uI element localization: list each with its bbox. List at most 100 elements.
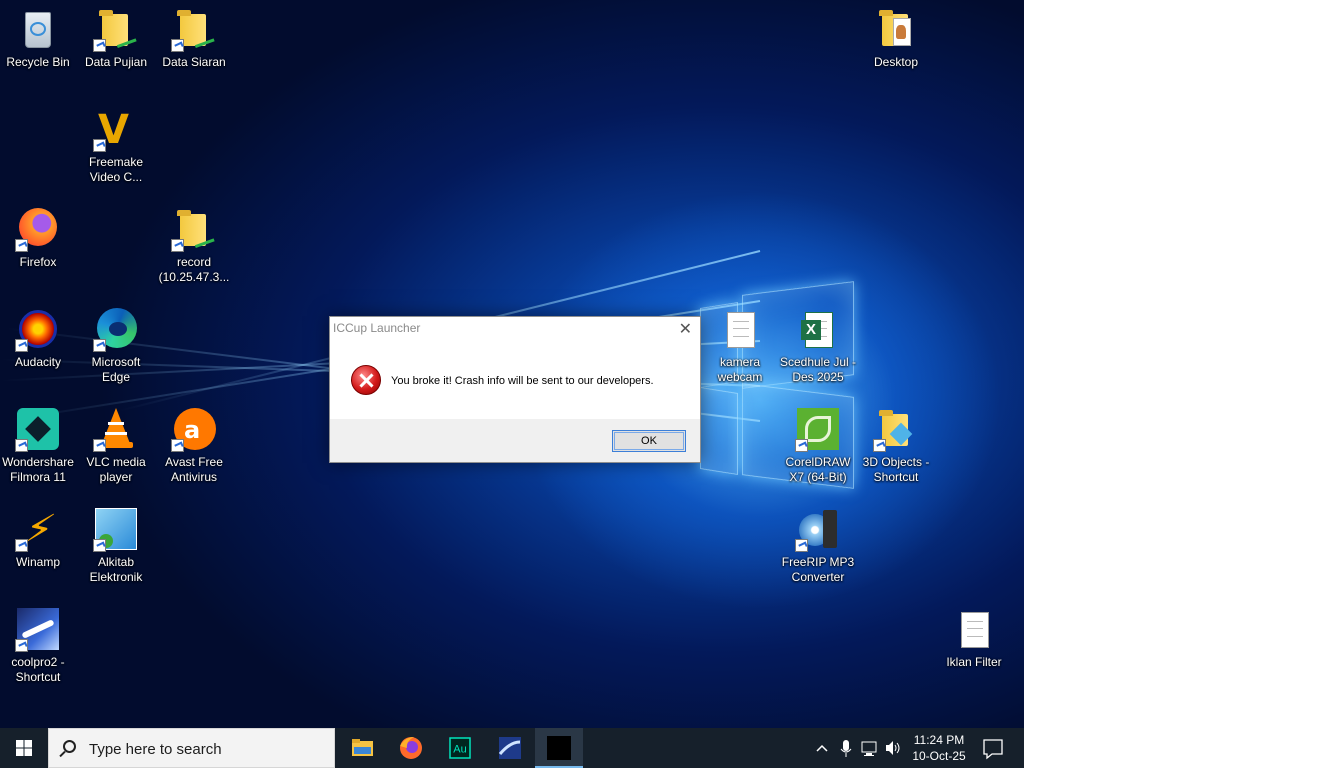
taskbar-firefox[interactable] [387, 728, 435, 768]
desktop-icon-freemake[interactable]: V Freemake Video C... [77, 108, 155, 185]
desktop-icon-label: record (10.25.47.3... [158, 255, 230, 284]
winamp-icon: ⚡ [15, 507, 61, 554]
desktop-icon-label: Data Siaran [162, 55, 226, 69]
clock-time: 11:24 PM [913, 733, 965, 747]
desktop-icon-alkitab[interactable]: Alkitab Elektronik [77, 508, 155, 585]
search-icon [63, 740, 76, 753]
desktop-icon-label: Desktop [873, 55, 919, 69]
close-icon[interactable]: ✕ [679, 319, 692, 339]
desktop-icon-label: VLC media player [86, 455, 146, 484]
error-dialog: ICCup Launcher ✕ You broke it! Crash inf… [329, 316, 701, 463]
desktop-icon-label: CorelDRAW X7 (64-Bit) [785, 455, 851, 484]
desktop-icon-label: Alkitab Elektronik [89, 555, 143, 584]
desktop-icon-freerip[interactable]: FreeRIP MP3 Converter [779, 508, 857, 585]
desktop-background: Recycle Bin Data Pujian Data Siaran Desk… [0, 0, 1024, 728]
desktop-icon-data-siaran[interactable]: Data Siaran [155, 8, 233, 70]
text-file-icon [951, 608, 997, 654]
desktop-icon-filmora[interactable]: Wondershare Filmora 11 [0, 408, 77, 485]
coolpro2-icon [15, 608, 61, 654]
svg-text:Au: Au [453, 744, 466, 756]
desktop-icon-audacity[interactable]: Audacity [0, 308, 77, 370]
vlc-icon [93, 408, 139, 454]
network-folder-icon [171, 8, 217, 54]
desktop-icon-label: FreeRIP MP3 Converter [781, 555, 855, 584]
action-center-button[interactable] [980, 728, 1006, 768]
windows-logo-icon [16, 740, 32, 756]
avast-icon: a [171, 408, 217, 454]
chevron-up-icon [816, 744, 828, 752]
windows-logo-pane [700, 386, 738, 476]
audacity-icon [15, 308, 61, 354]
desktop-icon-kamera-webcam[interactable]: kamera webcam [701, 308, 779, 385]
clock-date: 10-Oct-25 [912, 749, 966, 763]
notification-icon [983, 739, 1003, 760]
desktop-icon-label: Data Pujian [84, 55, 148, 69]
dialog-message: You broke it! Crash info will be sent to… [391, 375, 654, 387]
excel-file-icon: X [795, 308, 841, 354]
desktop-icon-label: Freemake Video C... [88, 155, 144, 184]
desktop-icon-label: coolpro2 - Shortcut [11, 655, 65, 684]
freerip-icon [795, 508, 841, 554]
filmora-icon [15, 408, 61, 454]
adobe-audition-icon: Au [449, 737, 471, 759]
edge-icon [93, 308, 139, 354]
desktop-icon-label: kamera webcam [717, 355, 763, 384]
desktop-icon-data-pujian[interactable]: Data Pujian [77, 8, 155, 70]
network-tray[interactable] [859, 728, 881, 768]
network-folder-icon [171, 208, 217, 254]
desktop-icon-label: Recycle Bin [6, 55, 70, 69]
taskbar-console-app[interactable] [535, 728, 583, 768]
desktop-icon-label: Avast Free Antivirus [165, 455, 223, 484]
desktop-icon-firefox[interactable]: Firefox [0, 208, 77, 270]
dialog-footer: OK [330, 419, 700, 462]
search-box[interactable]: Type here to search [48, 728, 335, 768]
desktop-icon-label: Audacity [14, 355, 62, 369]
desktop-icon-winamp[interactable]: ⚡ Winamp [0, 507, 77, 570]
desktop-icon-vlc[interactable]: VLC media player [77, 408, 155, 485]
desktop-icon-scedhule[interactable]: X Scedhule Jul - Des 2025 [779, 308, 857, 385]
desktop-icon-avast[interactable]: a Avast Free Antivirus [155, 408, 233, 485]
dialog-title: ICCup Launcher [333, 321, 421, 335]
show-hidden-icons[interactable] [812, 728, 832, 768]
recycle-bin-icon [15, 8, 61, 54]
start-button[interactable] [0, 728, 48, 768]
desktop-icon-label: 3D Objects - Shortcut [862, 455, 930, 484]
firefox-icon [400, 737, 422, 759]
desktop-icon-3d-objects[interactable]: 3D Objects - Shortcut [857, 408, 935, 485]
desktop-folder-icon [873, 8, 919, 54]
speaker-icon [886, 741, 900, 755]
desktop-icon-desktop[interactable]: Desktop [857, 8, 935, 70]
system-clock[interactable]: 11:24 PM 10-Oct-25 [906, 732, 972, 764]
firefox-icon [15, 208, 61, 254]
alkitab-icon [93, 508, 139, 554]
console-window-icon [547, 736, 571, 760]
desktop-icon-label: Winamp [15, 555, 60, 569]
taskbar: Type here to search Au 11:24 PM 10-Oct-2… [0, 728, 1024, 768]
taskbar-coolpro2[interactable] [486, 728, 534, 768]
taskbar-adobe-audition[interactable]: Au [436, 728, 484, 768]
taskbar-file-explorer[interactable] [338, 728, 386, 768]
text-file-icon [717, 308, 763, 354]
freemake-icon: V [93, 108, 139, 154]
desktop-icon-recycle-bin[interactable]: Recycle Bin [0, 8, 77, 70]
desktop-icon-label: Scedhule Jul - Des 2025 [779, 355, 857, 384]
coreldraw-icon [795, 408, 841, 454]
desktop-icon-label: Firefox [19, 255, 57, 269]
desktop-icon-label: Iklan Filter [946, 655, 1002, 669]
error-icon [351, 365, 381, 395]
network-icon [861, 741, 877, 756]
search-placeholder: Type here to search [89, 741, 222, 758]
desktop-icon-label: Wondershare Filmora 11 [2, 455, 74, 484]
ok-button[interactable]: OK [612, 430, 686, 452]
desktop-icon-label: Microsoft Edge [91, 355, 141, 384]
volume-tray[interactable] [883, 728, 903, 768]
desktop-icon-coolpro2[interactable]: coolpro2 - Shortcut [0, 608, 77, 685]
microphone-tray[interactable] [836, 728, 856, 768]
desktop-icon-coreldraw[interactable]: CorelDRAW X7 (64-Bit) [779, 408, 857, 485]
3d-objects-folder-icon [873, 408, 919, 454]
network-folder-icon [93, 8, 139, 54]
file-explorer-icon [352, 739, 373, 756]
desktop-icon-iklan-filter[interactable]: Iklan Filter [935, 608, 1013, 670]
desktop-icon-microsoft-edge[interactable]: Microsoft Edge [77, 308, 155, 385]
desktop-icon-record[interactable]: record (10.25.47.3... [155, 208, 233, 285]
